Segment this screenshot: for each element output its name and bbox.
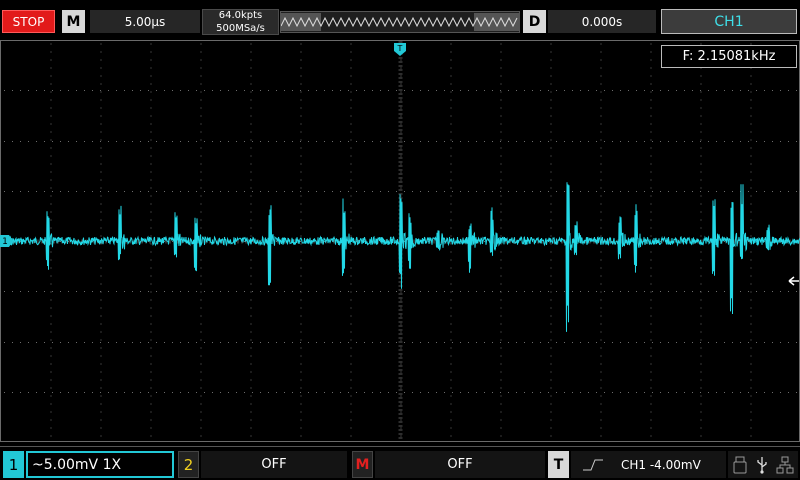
trigger-source-indicator[interactable]: CH1 [661, 9, 797, 34]
ch1-key[interactable]: 1 [3, 451, 24, 478]
network-icon [776, 456, 794, 473]
ch2-settings[interactable]: OFF [201, 451, 347, 478]
ch2-key[interactable]: 2 [178, 451, 199, 478]
top-status-bar: STOP M 5.00µs 64.0kpts 500MSa/s D 0.000s… [0, 0, 800, 40]
horizontal-menu-key[interactable]: M [62, 10, 85, 33]
timebase-readout[interactable]: 5.00µs [90, 10, 200, 33]
math-settings[interactable]: OFF [375, 451, 545, 478]
delay-readout[interactable]: 0.000s [548, 10, 656, 33]
graticule: T 1 [0, 40, 800, 442]
sample-rate: 500MSa/s [216, 23, 265, 34]
waveform-display[interactable]: T 1 F: 2.15081kHz [0, 40, 800, 442]
trigger-position-marker[interactable]: T [394, 43, 406, 56]
memory-depth: 64.0kpts [218, 10, 263, 21]
usb-drive-icon [733, 456, 747, 473]
trigger-marker-label: T [397, 44, 403, 53]
connectivity-status [728, 451, 798, 478]
memory-overview-waveform [281, 13, 519, 31]
overview-right-region [474, 13, 519, 31]
ch1-waveform-trace [0, 182, 800, 332]
ch1-settings[interactable]: ~5.00mV 1X [26, 451, 174, 478]
rising-edge-icon [583, 459, 603, 470]
memory-sample-info: 64.0kpts 500MSa/s [202, 9, 279, 35]
frequency-counter-readout: F: 2.15081kHz [661, 45, 797, 68]
delay-key[interactable]: D [523, 10, 546, 33]
run-stop-button[interactable]: STOP [2, 10, 55, 33]
usb-icon [757, 456, 767, 474]
trigger-setting-text: CH1 -4.00mV [621, 457, 701, 472]
bottom-status-bar: 1 ~5.00mV 1X 2 OFF M OFF T CH1 -4.00mV [0, 446, 800, 480]
trigger-settings[interactable]: CH1 -4.00mV [571, 451, 726, 478]
trigger-key[interactable]: T [548, 451, 569, 478]
trigger-level-marker[interactable] [788, 276, 799, 286]
memory-overview-bar[interactable] [280, 11, 520, 33]
ch1-ground-marker[interactable]: 1 [0, 235, 13, 247]
ch1-ground-marker-label: 1 [2, 237, 8, 247]
math-key[interactable]: M [352, 451, 373, 478]
